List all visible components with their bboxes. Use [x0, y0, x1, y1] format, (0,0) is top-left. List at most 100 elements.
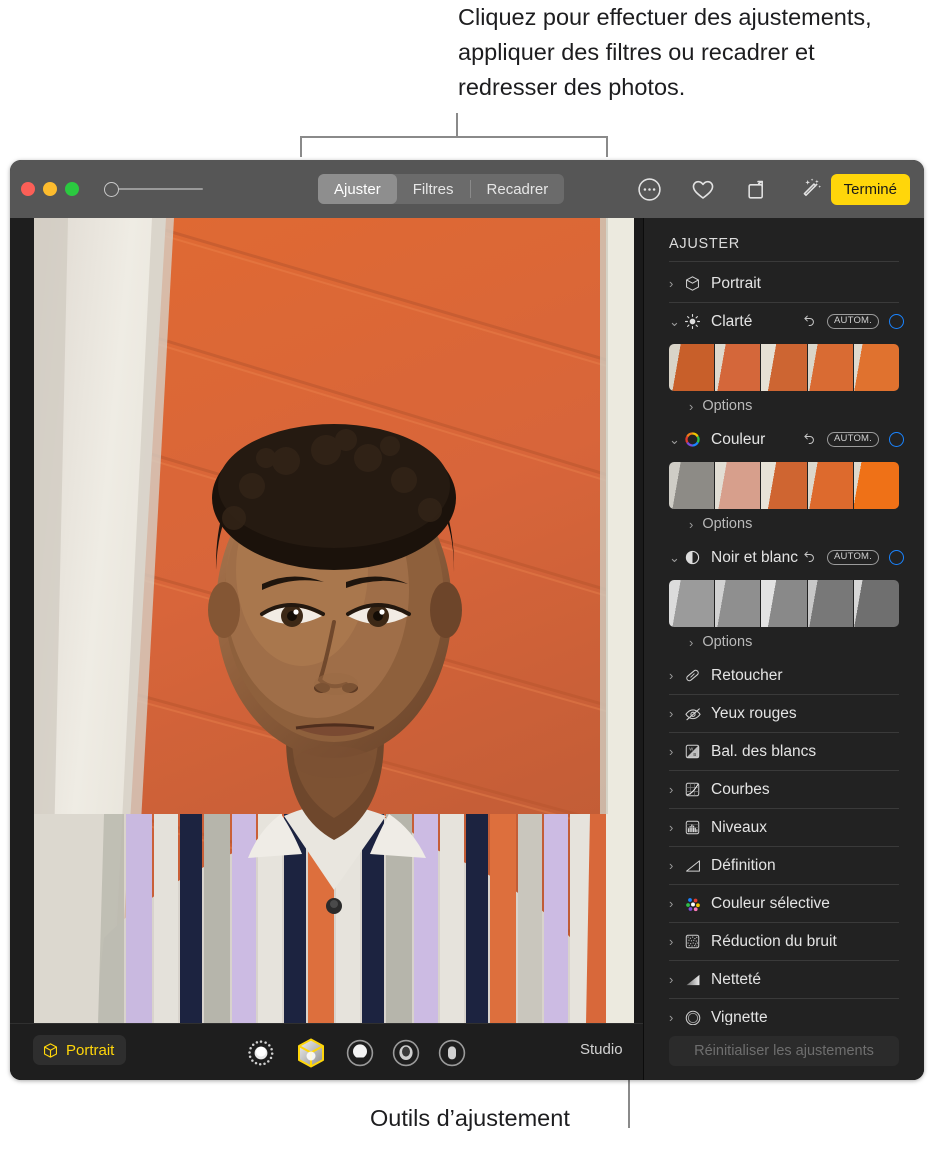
chevron-right-icon: ›: [689, 398, 694, 414]
color-options-row[interactable]: › Options: [644, 509, 924, 539]
options-label: Options: [702, 516, 753, 532]
options-label: Options: [702, 398, 753, 414]
sidebar-item-controls: AUTOM.: [802, 421, 904, 458]
chevron-right-icon: ›: [669, 744, 674, 759]
sidebar-item-label: Netteté: [711, 970, 761, 988]
sidebar-item-portrait[interactable]: › Portrait: [644, 265, 924, 302]
auto-badge[interactable]: AUTOM.: [827, 550, 879, 565]
chevron-right-icon: ›: [669, 782, 674, 797]
bw-thumbnail-strip[interactable]: [669, 580, 899, 627]
sidebar-item-courbes[interactable]: › Courbes: [644, 771, 924, 808]
chevron-right-icon: ›: [689, 516, 694, 532]
chevron-down-icon: ⌄: [669, 313, 680, 329]
zoom-button-icon[interactable]: [65, 182, 79, 196]
sidebar-item-label: Vignette: [711, 1008, 768, 1026]
stage-light-mono-icon[interactable]: [438, 1039, 466, 1072]
more-options-icon[interactable]: [632, 172, 666, 206]
sidebar-item-nettete[interactable]: › Netteté: [644, 961, 924, 998]
sidebar-item-couleur-selective[interactable]: › Couleur sélective: [644, 885, 924, 922]
thumbnail[interactable]: [715, 344, 761, 391]
contour-light-icon[interactable]: [346, 1039, 374, 1072]
bandage-icon: [684, 667, 708, 684]
sidebar-item-reduction-du-bruit[interactable]: › Réduction du bruit: [644, 923, 924, 960]
traffic-light-group: [21, 182, 79, 196]
enable-toggle-circle[interactable]: [889, 550, 904, 565]
minimize-button-icon[interactable]: [43, 182, 57, 196]
thumbnail[interactable]: [853, 344, 899, 391]
zoom-slider-knob[interactable]: [104, 182, 119, 197]
clarity-options-row[interactable]: › Options: [644, 391, 924, 421]
adjust-list[interactable]: › Portrait ⌄ Clarté AUTOM. › Options ⌄ C…: [644, 265, 924, 1025]
levels-icon: [684, 819, 708, 836]
tab-ajuster[interactable]: Ajuster: [318, 174, 397, 204]
thumbnail[interactable]: [761, 462, 807, 509]
callout-top-bracket: [300, 136, 608, 157]
natural-light-icon[interactable]: [246, 1038, 276, 1073]
tab-recadrer[interactable]: Recadrer: [471, 174, 565, 204]
auto-badge[interactable]: AUTOM.: [827, 432, 879, 447]
thumbnail[interactable]: [715, 580, 761, 627]
noise-reduction-icon: [684, 933, 708, 950]
sidebar-item-noir-et-blanc[interactable]: ⌄ Noir et blanc AUTOM.: [644, 539, 924, 576]
clarity-thumbnail-strip[interactable]: [669, 344, 899, 391]
chevron-right-icon: ›: [669, 706, 674, 721]
stage-light-icon[interactable]: [392, 1039, 420, 1072]
zoom-slider[interactable]: [104, 180, 204, 198]
done-button[interactable]: Terminé: [830, 174, 910, 205]
studio-light-icon[interactable]: [294, 1036, 328, 1075]
thumbnail[interactable]: [853, 462, 899, 509]
auto-enhance-magic-wand-icon[interactable]: [794, 172, 828, 206]
sidebar-item-label: Noir et blanc: [711, 548, 799, 566]
edit-mode-segmented-control[interactable]: Ajuster Filtres Recadrer: [318, 174, 565, 204]
reset-adjustments-button[interactable]: Réinitialiser les ajustements: [669, 1036, 899, 1066]
svg-text:W: W: [689, 746, 693, 751]
close-button-icon[interactable]: [21, 182, 35, 196]
thumbnail[interactable]: [669, 462, 715, 509]
sidebar-item-couleur[interactable]: ⌄ Couleur AUTOM.: [644, 421, 924, 458]
curves-icon: [684, 781, 708, 798]
sidebar-item-yeux-rouges[interactable]: › Yeux rouges: [644, 695, 924, 732]
sidebar-item-clarte[interactable]: ⌄ Clarté AUTOM.: [644, 303, 924, 340]
sidebar-item-vignette[interactable]: › Vignette: [644, 999, 924, 1026]
sidebar-item-controls: AUTOM.: [802, 539, 904, 576]
thumbnail[interactable]: [807, 344, 853, 391]
thumbnail[interactable]: [669, 580, 715, 627]
reset-arrow-icon[interactable]: [802, 312, 817, 332]
chevron-right-icon: ›: [669, 276, 674, 291]
sidebar-title-rule: [669, 261, 899, 262]
thumbnail[interactable]: [761, 580, 807, 627]
reset-arrow-icon[interactable]: [802, 548, 817, 568]
enable-toggle-circle[interactable]: [889, 432, 904, 447]
chevron-right-icon: ›: [669, 972, 674, 987]
rotate-icon[interactable]: [740, 172, 774, 206]
thumbnail[interactable]: [715, 462, 761, 509]
sidebar-item-niveaux[interactable]: › Niveaux: [644, 809, 924, 846]
color-thumbnail-strip[interactable]: [669, 462, 899, 509]
bw-options-row[interactable]: › Options: [644, 627, 924, 657]
sidebar-item-balance-des-blancs[interactable]: › W B Bal. des blancs: [644, 733, 924, 770]
chevron-right-icon: ›: [669, 1010, 674, 1025]
chevron-down-icon: ⌄: [669, 431, 680, 447]
callout-bottom-text: Outils d’ajustement: [370, 1105, 570, 1131]
reset-arrow-icon[interactable]: [802, 430, 817, 450]
sidebar-item-retoucher[interactable]: › Retoucher: [644, 657, 924, 694]
portrait-photo: [34, 218, 634, 1024]
sidebar-item-label: Retoucher: [711, 666, 783, 684]
thumbnail[interactable]: [853, 580, 899, 627]
chevron-right-icon: ›: [669, 668, 674, 683]
lighting-mode-label: Studio: [580, 1041, 623, 1058]
enable-toggle-circle[interactable]: [889, 314, 904, 329]
thumbnail[interactable]: [807, 462, 853, 509]
favorite-heart-icon[interactable]: [686, 172, 720, 206]
thumbnail[interactable]: [807, 580, 853, 627]
thumbnail[interactable]: [669, 344, 715, 391]
thumbnail[interactable]: [761, 344, 807, 391]
sidebar-item-controls: AUTOM.: [802, 303, 904, 340]
tab-filtres[interactable]: Filtres: [397, 174, 470, 204]
photo-canvas[interactable]: [34, 218, 634, 1024]
auto-badge[interactable]: AUTOM.: [827, 314, 879, 329]
portrait-mode-chip[interactable]: Portrait: [33, 1035, 127, 1065]
page-root: Cliquez pour effectuer des ajustements, …: [0, 0, 934, 1149]
sidebar-item-definition[interactable]: › Définition: [644, 847, 924, 884]
half-circle-icon: [684, 549, 708, 566]
